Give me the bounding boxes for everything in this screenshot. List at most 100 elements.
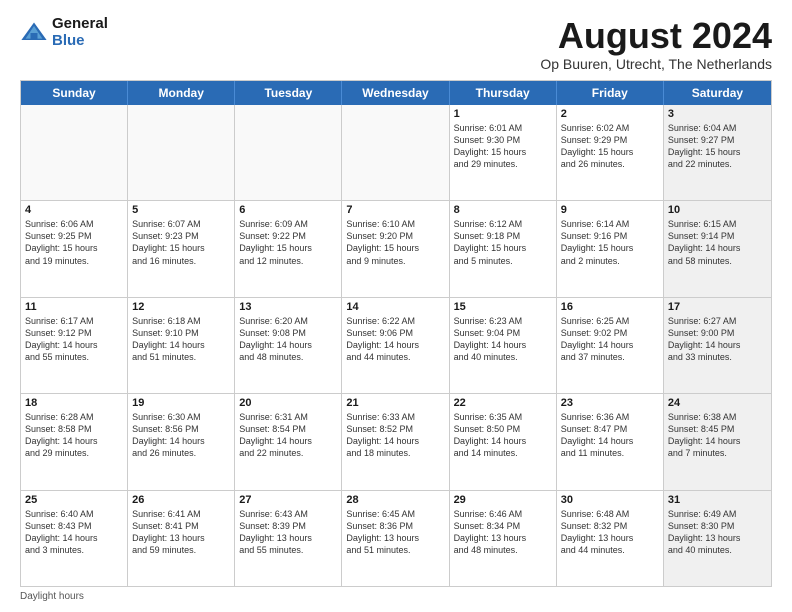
cell-content: Sunrise: 6:48 AM Sunset: 8:32 PM Dayligh…: [561, 508, 659, 557]
calendar-cell: 18 Sunrise: 6:28 AM Sunset: 8:58 PM Dayli…: [21, 394, 128, 489]
cell-content: Sunrise: 6:12 AM Sunset: 9:18 PM Dayligh…: [454, 218, 552, 267]
day-number: 3: [668, 108, 767, 120]
cell-content: Sunrise: 6:06 AM Sunset: 9:25 PM Dayligh…: [25, 218, 123, 267]
cell-content: Sunrise: 6:46 AM Sunset: 8:34 PM Dayligh…: [454, 508, 552, 557]
cell-content: Sunrise: 6:30 AM Sunset: 8:56 PM Dayligh…: [132, 411, 230, 460]
cell-content: Sunrise: 6:17 AM Sunset: 9:12 PM Dayligh…: [25, 315, 123, 364]
day-number: 4: [25, 204, 123, 216]
day-number: 8: [454, 204, 552, 216]
cell-content: Sunrise: 6:49 AM Sunset: 8:30 PM Dayligh…: [668, 508, 767, 557]
logo: General Blue: [20, 16, 108, 49]
calendar-header-cell: Saturday: [664, 81, 771, 105]
subtitle: Op Buuren, Utrecht, The Netherlands: [540, 56, 772, 72]
calendar-cell: 23 Sunrise: 6:36 AM Sunset: 8:47 PM Dayli…: [557, 394, 664, 489]
cell-content: Sunrise: 6:22 AM Sunset: 9:06 PM Dayligh…: [346, 315, 444, 364]
calendar-cell: 31 Sunrise: 6:49 AM Sunset: 8:30 PM Dayli…: [664, 491, 771, 586]
day-number: 13: [239, 301, 337, 313]
cell-content: Sunrise: 6:41 AM Sunset: 8:41 PM Dayligh…: [132, 508, 230, 557]
cell-content: Sunrise: 6:36 AM Sunset: 8:47 PM Dayligh…: [561, 411, 659, 460]
title-block: August 2024 Op Buuren, Utrecht, The Neth…: [540, 16, 772, 72]
calendar-cell: 22Sunrise: 6:35 AM Sunset: 8:50 PM Dayli…: [450, 394, 557, 489]
day-number: 20: [239, 397, 337, 409]
day-number: 10: [668, 204, 767, 216]
page: General Blue August 2024 Op Buuren, Utre…: [0, 0, 792, 612]
header: General Blue August 2024 Op Buuren, Utre…: [20, 16, 772, 72]
day-number: 28: [346, 494, 444, 506]
cell-content: Sunrise: 6:23 AM Sunset: 9:04 PM Dayligh…: [454, 315, 552, 364]
cell-content: Sunrise: 6:20 AM Sunset: 9:08 PM Dayligh…: [239, 315, 337, 364]
calendar-cell: 25 Sunrise: 6:40 AM Sunset: 8:43 PM Dayli…: [21, 491, 128, 586]
calendar-header-cell: Wednesday: [342, 81, 449, 105]
day-number: 17: [668, 301, 767, 313]
calendar-cell: 5 Sunrise: 6:07 AM Sunset: 9:23 PM Daylig…: [128, 201, 235, 296]
day-number: 2: [561, 108, 659, 120]
calendar-cell: 27Sunrise: 6:43 AM Sunset: 8:39 PM Dayli…: [235, 491, 342, 586]
day-number: 5: [132, 204, 230, 216]
calendar-row: 25 Sunrise: 6:40 AM Sunset: 8:43 PM Dayli…: [21, 490, 771, 586]
calendar-header-cell: Thursday: [450, 81, 557, 105]
calendar-row: 11 Sunrise: 6:17 AM Sunset: 9:12 PM Dayli…: [21, 297, 771, 393]
day-number: 16: [561, 301, 659, 313]
calendar-cell: 7Sunrise: 6:10 AM Sunset: 9:20 PM Daylig…: [342, 201, 449, 296]
day-number: 31: [668, 494, 767, 506]
calendar-cell: 20Sunrise: 6:31 AM Sunset: 8:54 PM Dayli…: [235, 394, 342, 489]
calendar-cell: 6Sunrise: 6:09 AM Sunset: 9:22 PM Daylig…: [235, 201, 342, 296]
calendar-header: SundayMondayTuesdayWednesdayThursdayFrid…: [21, 81, 771, 105]
cell-content: Sunrise: 6:01 AM Sunset: 9:30 PM Dayligh…: [454, 122, 552, 171]
calendar-header-cell: Sunday: [21, 81, 128, 105]
day-number: 19: [132, 397, 230, 409]
cell-content: Sunrise: 6:07 AM Sunset: 9:23 PM Dayligh…: [132, 218, 230, 267]
cell-content: Sunrise: 6:09 AM Sunset: 9:22 PM Dayligh…: [239, 218, 337, 267]
day-number: 7: [346, 204, 444, 216]
calendar-cell: [128, 105, 235, 200]
calendar-header-cell: Tuesday: [235, 81, 342, 105]
calendar-cell: 28 Sunrise: 6:45 AM Sunset: 8:36 PM Dayli…: [342, 491, 449, 586]
day-number: 18: [25, 397, 123, 409]
day-number: 12: [132, 301, 230, 313]
cell-content: Sunrise: 6:28 AM Sunset: 8:58 PM Dayligh…: [25, 411, 123, 460]
calendar-cell: 16Sunrise: 6:25 AM Sunset: 9:02 PM Dayli…: [557, 298, 664, 393]
calendar-body: 1Sunrise: 6:01 AM Sunset: 9:30 PM Daylig…: [21, 105, 771, 586]
cell-content: Sunrise: 6:18 AM Sunset: 9:10 PM Dayligh…: [132, 315, 230, 364]
day-number: 22: [454, 397, 552, 409]
calendar-cell: 2 Sunrise: 6:02 AM Sunset: 9:29 PM Daylig…: [557, 105, 664, 200]
day-number: 23: [561, 397, 659, 409]
calendar-cell: 8 Sunrise: 6:12 AM Sunset: 9:18 PM Daylig…: [450, 201, 557, 296]
calendar-cell: 3Sunrise: 6:04 AM Sunset: 9:27 PM Daylig…: [664, 105, 771, 200]
calendar-cell: 1Sunrise: 6:01 AM Sunset: 9:30 PM Daylig…: [450, 105, 557, 200]
calendar-header-cell: Monday: [128, 81, 235, 105]
calendar-cell: 17Sunrise: 6:27 AM Sunset: 9:00 PM Dayli…: [664, 298, 771, 393]
cell-content: Sunrise: 6:14 AM Sunset: 9:16 PM Dayligh…: [561, 218, 659, 267]
day-number: 11: [25, 301, 123, 313]
month-title: August 2024: [540, 16, 772, 56]
day-number: 30: [561, 494, 659, 506]
calendar-cell: 15Sunrise: 6:23 AM Sunset: 9:04 PM Dayli…: [450, 298, 557, 393]
cell-content: Sunrise: 6:02 AM Sunset: 9:29 PM Dayligh…: [561, 122, 659, 171]
day-number: 9: [561, 204, 659, 216]
calendar-cell: 4 Sunrise: 6:06 AM Sunset: 9:25 PM Daylig…: [21, 201, 128, 296]
calendar-cell: 29 Sunrise: 6:46 AM Sunset: 8:34 PM Dayli…: [450, 491, 557, 586]
cell-content: Sunrise: 6:40 AM Sunset: 8:43 PM Dayligh…: [25, 508, 123, 557]
logo-blue: Blue: [52, 33, 108, 50]
calendar-cell: 11 Sunrise: 6:17 AM Sunset: 9:12 PM Dayli…: [21, 298, 128, 393]
calendar-cell: 24Sunrise: 6:38 AM Sunset: 8:45 PM Dayli…: [664, 394, 771, 489]
day-number: 14: [346, 301, 444, 313]
calendar-cell: 26 Sunrise: 6:41 AM Sunset: 8:41 PM Dayli…: [128, 491, 235, 586]
logo-general: General: [52, 16, 108, 33]
cell-content: Sunrise: 6:38 AM Sunset: 8:45 PM Dayligh…: [668, 411, 767, 460]
cell-content: Sunrise: 6:33 AM Sunset: 8:52 PM Dayligh…: [346, 411, 444, 460]
calendar-cell: 9 Sunrise: 6:14 AM Sunset: 9:16 PM Daylig…: [557, 201, 664, 296]
day-number: 25: [25, 494, 123, 506]
day-number: 29: [454, 494, 552, 506]
cell-content: Sunrise: 6:45 AM Sunset: 8:36 PM Dayligh…: [346, 508, 444, 557]
calendar-cell: 21Sunrise: 6:33 AM Sunset: 8:52 PM Dayli…: [342, 394, 449, 489]
calendar-cell: 13 Sunrise: 6:20 AM Sunset: 9:08 PM Dayli…: [235, 298, 342, 393]
footer-note: Daylight hours: [20, 591, 772, 602]
calendar-header-cell: Friday: [557, 81, 664, 105]
calendar-cell: [21, 105, 128, 200]
cell-content: Sunrise: 6:15 AM Sunset: 9:14 PM Dayligh…: [668, 218, 767, 267]
logo-icon: [20, 19, 48, 47]
calendar-cell: 19 Sunrise: 6:30 AM Sunset: 8:56 PM Dayli…: [128, 394, 235, 489]
day-number: 26: [132, 494, 230, 506]
calendar: SundayMondayTuesdayWednesdayThursdayFrid…: [20, 80, 772, 587]
